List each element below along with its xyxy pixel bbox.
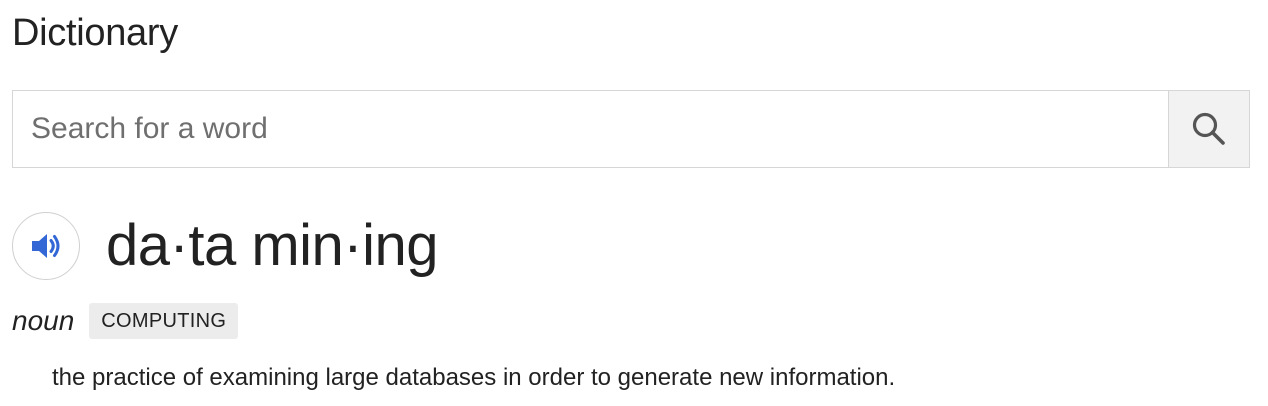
search-button[interactable] xyxy=(1168,91,1249,167)
dictionary-card: Dictionary da·ta min·ing noun COMPUTING … xyxy=(0,0,1268,406)
search-input[interactable] xyxy=(13,91,1168,167)
headword: da·ta min·ing xyxy=(106,213,438,278)
subject-tag: COMPUTING xyxy=(89,303,239,339)
search-icon xyxy=(1192,112,1225,145)
part-of-speech-row: noun COMPUTING xyxy=(12,303,239,339)
part-of-speech: noun xyxy=(12,305,75,336)
pronunciation-button[interactable] xyxy=(12,212,80,280)
card-title: Dictionary xyxy=(12,12,178,54)
speaker-icon xyxy=(32,234,60,258)
headword-row: da·ta min·ing xyxy=(12,210,438,282)
search-box xyxy=(12,90,1250,168)
definition: the practice of examining large database… xyxy=(52,364,896,391)
